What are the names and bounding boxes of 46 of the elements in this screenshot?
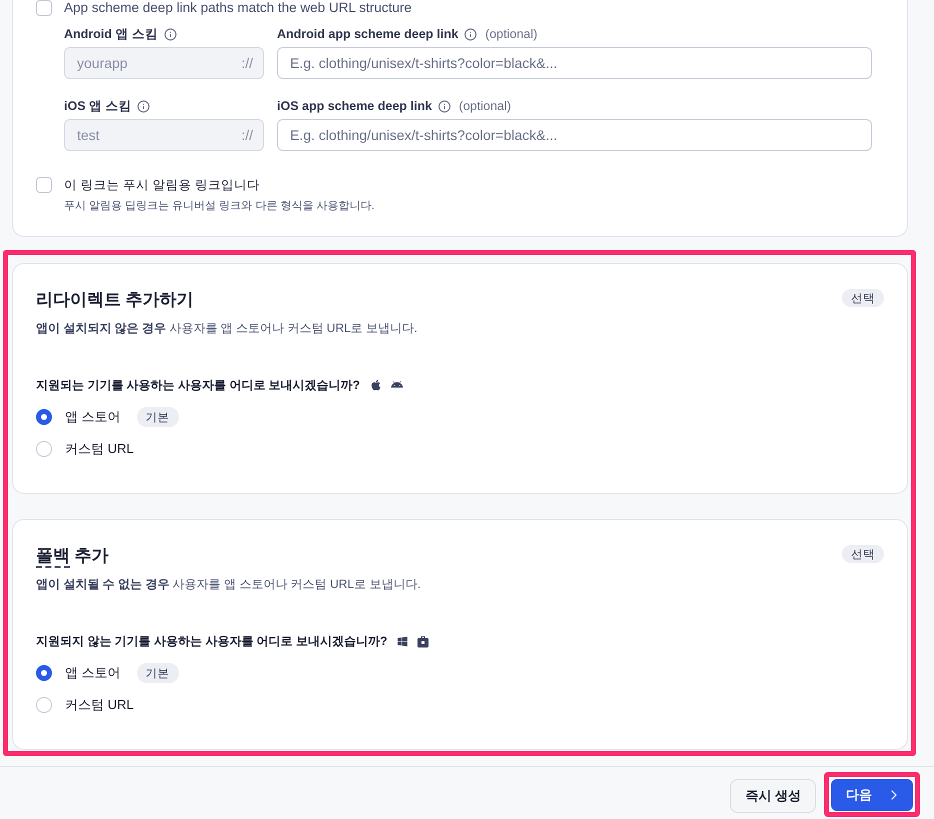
info-icon[interactable] (137, 100, 150, 112)
briefcase-icon (417, 634, 430, 648)
deep-link-input[interactable]: E.g. clothing/unisex/t-shirts?color=black&... (277, 47, 872, 79)
radio-button[interactable] (36, 665, 52, 681)
section-title: 폴백 추가 (36, 542, 109, 570)
field-label: iOS app scheme deep link (277, 99, 432, 113)
option-label: 앱 스토어 (65, 664, 121, 682)
radio-button[interactable] (36, 441, 52, 457)
optional-note: (optional) (458, 99, 512, 113)
optional-badge: 선택 (842, 545, 884, 563)
optional-badge: 선택 (842, 289, 884, 307)
radio-button[interactable] (36, 697, 52, 713)
checkbox[interactable] (36, 0, 52, 16)
scheme-field[interactable]: test :// (64, 119, 264, 151)
question-text: 지원되는 기기를 사용하는 사용자를 어디로 보내시겠습니까? (36, 376, 360, 394)
next-button[interactable]: 다음 (831, 779, 913, 811)
scheme-suffix: :// (241, 127, 253, 143)
scheme-field[interactable]: yourapp :// (64, 47, 264, 79)
scheme-value: yourapp (77, 55, 128, 71)
info-icon[interactable] (164, 28, 177, 40)
field-label: iOS 앱 스킴 (64, 98, 132, 114)
question-text: 지원되지 않는 기기를 사용하는 사용자를 어디로 보내시겠습니까? (36, 632, 388, 650)
option-label: 커스텀 URL (65, 696, 134, 714)
section-title: 리다이렉트 추가하기 (36, 288, 194, 310)
section-description: 앱이 설치되지 않은 경우 사용자를 앱 스토어나 커스텀 URL로 보냅니다. (36, 320, 418, 337)
field-label: Android 앱 스킴 (64, 26, 158, 42)
option-label: 커스텀 URL (65, 440, 134, 458)
checkbox-label: App scheme deep link paths match the web URL structure (64, 0, 412, 16)
windows-icon (397, 636, 408, 646)
default-badge: 기본 (136, 663, 179, 683)
radio-button[interactable] (36, 409, 52, 425)
default-badge: 기본 (136, 407, 179, 427)
info-icon[interactable] (438, 100, 451, 112)
section-description: 앱이 설치될 수 없는 경우 사용자를 앱 스토어나 커스텀 URL로 보냅니다. (36, 576, 422, 593)
create-now-button[interactable]: 즉시 생성 (730, 779, 816, 813)
info-icon[interactable] (464, 28, 478, 40)
scheme-suffix: :// (241, 55, 253, 71)
option-label: 앱 스토어 (65, 408, 121, 426)
checkbox-label: 이 링크는 푸시 알림용 링크입니다 (64, 177, 260, 193)
deep-link-input[interactable]: E.g. clothing/unisex/t-shirts?color=black&... (277, 119, 872, 151)
scheme-value: test (77, 127, 100, 143)
help-text: 푸시 알림용 딥링크는 유니버설 링크와 다른 형식을 사용합니다. (64, 199, 376, 214)
apple-icon (370, 379, 382, 391)
field-label: Android app scheme deep link (277, 27, 458, 41)
checkbox[interactable] (36, 177, 52, 193)
optional-note: (optional) (485, 27, 538, 41)
